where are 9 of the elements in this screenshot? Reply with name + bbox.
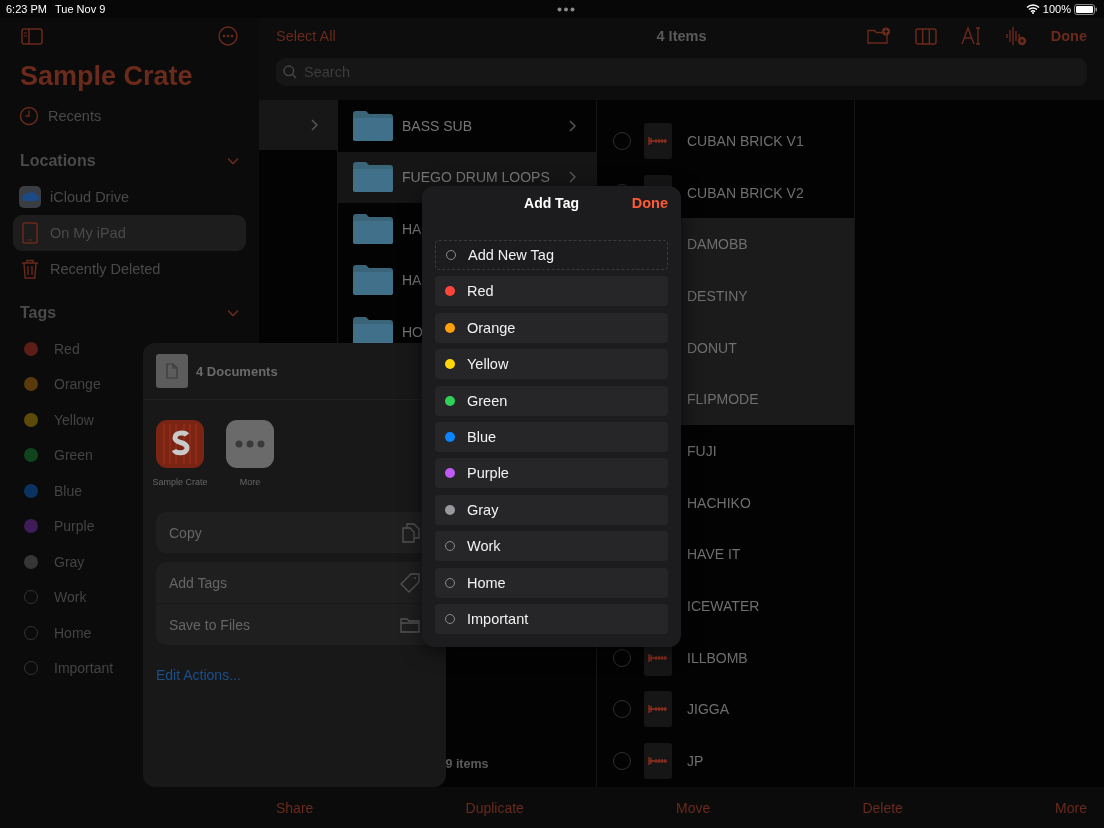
section-heading: Locations	[20, 152, 96, 170]
battery-percent: 100%	[1042, 3, 1071, 15]
status-time: 6:23 PM	[6, 3, 47, 15]
share-title: 4 Documents	[196, 363, 278, 379]
section-heading: Tags	[20, 304, 57, 322]
nav-title: 4 Items	[656, 28, 707, 44]
app-title: Sample Crate	[19, 60, 194, 93]
item-count: 9 items	[444, 757, 490, 773]
status-date: Tue Nov 9	[54, 3, 106, 15]
